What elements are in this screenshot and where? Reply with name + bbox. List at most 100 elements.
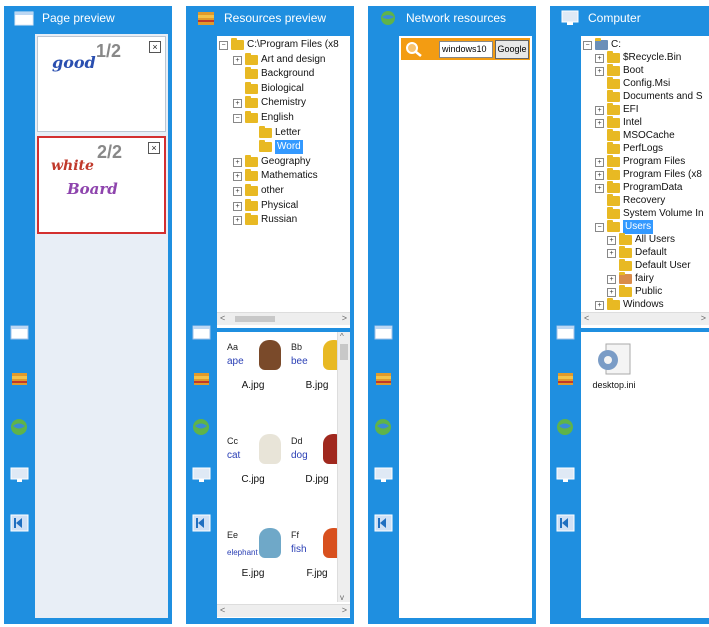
horizontal-scrollbar[interactable]: < >	[581, 312, 709, 325]
folder-icon	[607, 181, 620, 193]
expand-icon[interactable]: +	[595, 171, 604, 180]
image-thumbnail[interactable]: Aa ape A.jpg	[221, 336, 285, 424]
resources-button[interactable]	[8, 368, 31, 390]
horizontal-scrollbar[interactable]: < >	[217, 604, 350, 617]
expand-icon[interactable]: +	[595, 119, 604, 128]
close-icon[interactable]: ×	[148, 142, 160, 154]
scroll-right-arrow[interactable]: >	[701, 313, 706, 323]
folder-icon	[245, 96, 258, 109]
network-button[interactable]	[8, 416, 31, 438]
scroll-down-arrow[interactable]: v	[340, 593, 344, 602]
expand-icon[interactable]: +	[233, 157, 242, 167]
expand-icon[interactable]: +	[233, 99, 242, 109]
expand-icon[interactable]: +	[607, 236, 616, 245]
handwriting-good: good	[52, 53, 96, 72]
page-preview-button[interactable]	[372, 322, 395, 344]
computer-panel: Computer − C: + $Recycle.Bin + Boot Config.Msi…	[550, 6, 709, 624]
scroll-left-arrow[interactable]: <	[584, 313, 589, 323]
network-button[interactable]	[554, 416, 577, 438]
horizontal-scrollbar[interactable]: < >	[217, 312, 350, 325]
expand-icon[interactable]: +	[595, 158, 604, 167]
folder-icon	[245, 169, 258, 182]
page-thumbnail-1[interactable]: good 1/2 ×	[37, 36, 166, 132]
scroll-right-arrow[interactable]: >	[342, 605, 347, 615]
collapse-icon[interactable]: −	[595, 223, 604, 232]
collapse-panel-button[interactable]	[190, 512, 213, 534]
resources-icon	[558, 373, 573, 385]
scroll-left-arrow[interactable]: <	[220, 313, 225, 323]
scroll-left-arrow[interactable]: <	[220, 605, 225, 615]
computer-button[interactable]	[372, 464, 395, 486]
tree-node-label: EFI	[623, 104, 639, 115]
page-preview-button[interactable]	[8, 322, 31, 344]
file-name: C.jpg	[241, 474, 265, 485]
tree-node-label: other	[261, 185, 284, 196]
expand-icon[interactable]: +	[233, 172, 242, 182]
folder-icon	[607, 207, 620, 219]
collapse-panel-button[interactable]	[554, 512, 577, 534]
folder-icon	[245, 213, 258, 226]
collapse-panel-button[interactable]	[372, 512, 395, 534]
folder-icon	[607, 77, 620, 89]
expand-icon[interactable]: +	[595, 106, 604, 115]
collapse-icon[interactable]: −	[583, 41, 592, 50]
image-thumbnail[interactable]: Ee elephant E.jpg	[221, 524, 285, 612]
resources-icon	[376, 373, 391, 385]
word-label: cat	[227, 450, 241, 461]
network-button[interactable]	[190, 416, 213, 438]
tree-node-label: Mathematics	[261, 170, 318, 182]
folder-icon	[607, 298, 620, 310]
folder-icon	[259, 125, 272, 138]
letter-label: Aa	[227, 342, 239, 352]
folder-tree: − C: + $Recycle.Bin + Boot Config.Msi Documents…	[581, 36, 709, 328]
expand-icon[interactable]: +	[233, 187, 242, 196]
resources-button[interactable]	[372, 368, 395, 390]
scroll-right-arrow[interactable]: >	[342, 313, 347, 323]
expand-icon[interactable]: +	[607, 275, 616, 284]
expand-icon[interactable]: +	[233, 55, 242, 65]
tree-node-label: Recovery	[623, 195, 666, 206]
resources-button[interactable]	[554, 368, 577, 390]
collapse-icon[interactable]: −	[233, 114, 242, 123]
page-preview-button[interactable]	[190, 322, 213, 344]
expand-icon[interactable]: +	[607, 249, 616, 258]
page-preview-button[interactable]	[554, 322, 577, 344]
folder-icon	[619, 233, 632, 245]
folder-tree: − C:\Program Files (x8 + Art and design Back…	[217, 36, 350, 328]
tree-node-label: English	[261, 112, 294, 123]
scroll-thumb[interactable]	[340, 344, 348, 360]
computer-button[interactable]	[8, 464, 31, 486]
collapse-panel-button[interactable]	[8, 512, 31, 534]
expand-icon[interactable]: +	[233, 216, 242, 226]
file-item[interactable]: desktop.ini	[589, 342, 639, 398]
animal-picture: Aa ape	[223, 336, 283, 380]
tree-node-label: ProgramData	[623, 182, 683, 193]
expand-icon[interactable]: +	[595, 184, 604, 193]
search-input[interactable]: windows10	[439, 41, 493, 58]
image-thumbnail[interactable]: Cc cat C.jpg	[221, 430, 285, 518]
scroll-up-arrow[interactable]: ^	[340, 332, 344, 341]
panel-title-bar: Network resources	[368, 6, 536, 30]
tree-node-label: C:	[611, 39, 621, 50]
vertical-scrollbar[interactable]: ^ v	[337, 332, 350, 602]
computer-button[interactable]	[190, 464, 213, 486]
expand-icon[interactable]: +	[233, 201, 242, 211]
close-icon[interactable]: ×	[149, 41, 161, 53]
expand-icon[interactable]: +	[607, 288, 616, 297]
animal-picture: Ee elephant	[223, 524, 283, 568]
folder-icon	[619, 285, 632, 297]
expand-icon[interactable]: +	[595, 301, 604, 310]
collapse-icon[interactable]: −	[219, 41, 228, 50]
computer-button[interactable]	[554, 464, 577, 486]
page-thumbnail-2[interactable]: white Board 2/2 ×	[37, 136, 166, 234]
folder-icon	[607, 129, 620, 141]
folder-icon	[607, 90, 620, 102]
scroll-thumb[interactable]	[235, 316, 275, 322]
google-button[interactable]: Google	[495, 40, 529, 59]
page-preview-icon	[14, 11, 34, 26]
resources-button[interactable]	[190, 368, 213, 390]
search-icon[interactable]	[404, 40, 424, 58]
expand-icon[interactable]: +	[595, 67, 604, 76]
expand-icon[interactable]: +	[595, 54, 604, 63]
network-button[interactable]	[372, 416, 395, 438]
